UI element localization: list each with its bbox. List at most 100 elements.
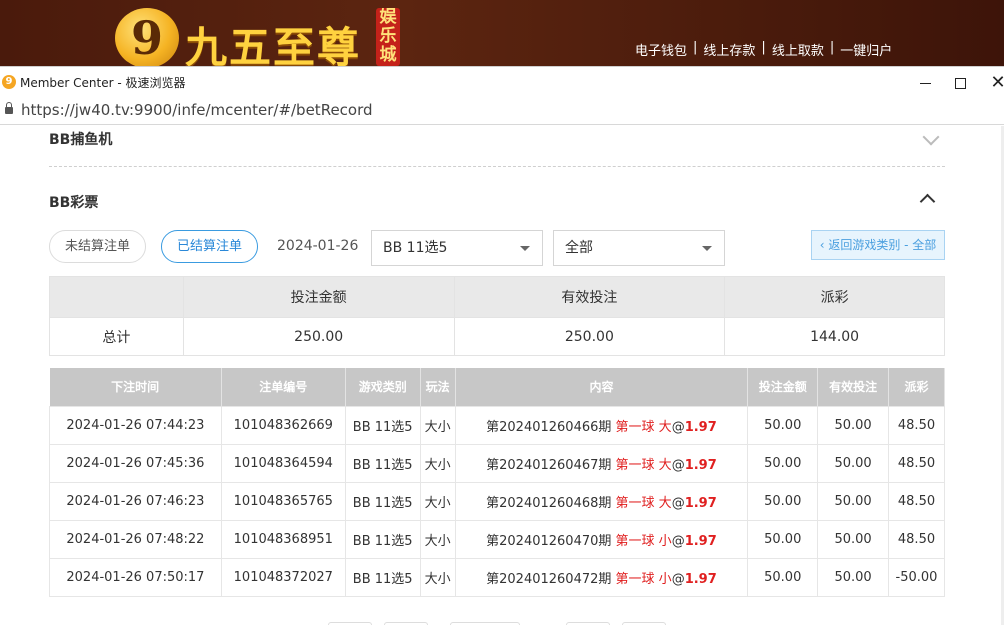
minimize-button[interactable]	[905, 70, 945, 96]
order-id-cell: 101048365765	[220, 481, 346, 521]
game-select-value: BB 11选5	[383, 240, 448, 256]
order-id-cell: 101048368951	[220, 519, 346, 559]
odds-prefix: @	[671, 495, 685, 511]
period-text: 第202401260468期	[486, 495, 612, 511]
table-row: 2024-01-26 07:44:23 101048362669 BB 11选5 大小…	[49, 405, 945, 445]
bet-time-cell: 2024-01-26 07:46:23	[49, 481, 222, 521]
pick-text: 第一球 小	[615, 571, 672, 587]
caret-down-icon	[702, 246, 712, 251]
link-deposit[interactable]: 线上存款	[703, 40, 755, 59]
caret-down-icon	[520, 246, 530, 251]
logo-badge-icon[interactable]: 9	[115, 8, 179, 68]
pick-text: 第一球 大	[615, 457, 672, 473]
game-type-cell: BB 11选5	[344, 481, 421, 521]
summary-header-valid: 有效投注	[453, 276, 726, 318]
address-bar[interactable]: https://jw40.tv:9900/infe/mcenter/#/betR…	[0, 97, 1004, 125]
odds-text: 1.97	[684, 533, 717, 549]
link-separator: |	[693, 40, 698, 55]
link-one-click-transfer[interactable]: 一键归户	[840, 40, 892, 59]
bet-amount-cell: 50.00	[747, 481, 819, 521]
scope-select-value: 全部	[565, 240, 593, 256]
link-e-wallet[interactable]: 电子钱包	[635, 40, 687, 59]
table-row: 2024-01-26 07:48:22 101048368951 BB 11选5 大小…	[49, 519, 945, 559]
table-header-row: 下注时间 注单编号 游戏类别 玩法 内容 投注金额 有效投注 派彩	[49, 368, 945, 406]
summary-header-empty	[49, 276, 184, 318]
url-text[interactable]: https://jw40.tv:9900/infe/mcenter/#/betR…	[21, 101, 373, 119]
section-fish-header[interactable]: BB捕鱼机	[49, 128, 945, 167]
site-header: 9 九五至尊 娱乐城 电子钱包 | 线上存款 | 线上取款 | 一键归户	[0, 0, 1004, 72]
site-brand-sub: 娱乐城	[376, 8, 400, 66]
summary-total-payout: 144.00	[724, 317, 945, 356]
back-to-categories-button[interactable]: ‹ 返回游戏类别 - 全部	[811, 230, 945, 260]
chevron-up-icon[interactable]	[919, 193, 936, 210]
table-row: 2024-01-26 07:50:17 101048372027 BB 11选5 大小…	[49, 557, 945, 597]
bet-time-cell: 2024-01-26 07:45:36	[49, 443, 222, 483]
game-type-cell: BB 11选5	[344, 443, 421, 483]
section-lottery-title: BB彩票	[49, 195, 99, 211]
game-type-cell: BB 11选5	[344, 519, 421, 559]
payout-cell: 48.50	[888, 405, 945, 445]
game-type-cell: BB 11选5	[344, 557, 421, 597]
browser-app-icon: 9	[2, 75, 16, 89]
odds-text: 1.97	[684, 419, 717, 435]
content-cell: 第202401260467期 第一球 大@1.97	[454, 443, 749, 483]
col-payout: 派彩	[888, 368, 945, 406]
col-content: 内容	[455, 368, 749, 406]
order-id-cell: 101048364594	[220, 443, 346, 483]
tab-unsettled[interactable]: 未结算注单	[49, 230, 146, 263]
section-lottery-header[interactable]: BB彩票	[49, 192, 945, 212]
order-id-cell: 101048362669	[220, 405, 346, 445]
section-fish-title: BB捕鱼机	[49, 132, 113, 148]
col-order-id: 注单编号	[221, 368, 346, 406]
close-button[interactable]: ✕	[978, 70, 1004, 96]
date-display[interactable]: 2024-01-26	[277, 238, 358, 254]
summary-table: 投注金额 有效投注 派彩 总计 250.00 250.00 144.00	[49, 276, 945, 356]
odds-text: 1.97	[684, 495, 717, 511]
summary-header-payout: 派彩	[724, 276, 945, 318]
maximize-button[interactable]	[940, 70, 980, 96]
content-cell: 第202401260470期 第一球 小@1.97	[454, 519, 749, 559]
filter-row: 未结算注单 已结算注单 2024-01-26 BB 11选5 全部 ‹ 返回游戏…	[49, 230, 945, 266]
link-separator: |	[761, 40, 766, 55]
window-title: Member Center - 极速浏览器	[20, 76, 186, 90]
odds-prefix: @	[671, 419, 685, 435]
period-text: 第202401260472期	[486, 571, 612, 587]
content-cell: 第202401260466期 第一球 大@1.97	[454, 405, 749, 445]
summary-total-valid: 250.00	[453, 317, 726, 356]
window-title-bar: 9 Member Center - 极速浏览器 ✕	[0, 66, 1004, 97]
odds-prefix: @	[671, 571, 685, 587]
lock-icon	[5, 102, 13, 115]
bet-amount-cell: 50.00	[747, 443, 819, 483]
link-withdraw[interactable]: 线上取款	[772, 40, 824, 59]
col-bet-amount: 投注金额	[747, 368, 819, 406]
play-type-cell: 大小	[419, 443, 456, 483]
bet-time-cell: 2024-01-26 07:48:22	[49, 519, 222, 559]
summary-header-bet: 投注金额	[182, 276, 455, 318]
chevron-down-icon[interactable]	[922, 128, 940, 146]
game-select[interactable]: BB 11选5	[371, 230, 543, 266]
content-cell: 第202401260468期 第一球 大@1.97	[454, 481, 749, 521]
play-type-cell: 大小	[419, 519, 456, 559]
play-type-cell: 大小	[419, 557, 456, 597]
odds-text: 1.97	[684, 457, 717, 473]
scope-select[interactable]: 全部	[553, 230, 725, 266]
valid-bet-cell: 50.00	[817, 519, 889, 559]
table-row: 2024-01-26 07:45:36 101048364594 BB 11选5 大小…	[49, 443, 945, 483]
col-play-type: 玩法	[420, 368, 456, 406]
valid-bet-cell: 50.00	[817, 405, 889, 445]
odds-text: 1.97	[684, 571, 717, 587]
bet-time-cell: 2024-01-26 07:44:23	[49, 405, 222, 445]
content-cell: 第202401260472期 第一球 小@1.97	[454, 557, 749, 597]
bet-amount-cell: 50.00	[747, 557, 819, 597]
payout-cell: 48.50	[888, 443, 945, 483]
summary-total-label: 总计	[49, 317, 184, 356]
bet-amount-cell: 50.00	[747, 405, 819, 445]
col-valid-bet: 有效投注	[817, 368, 889, 406]
period-text: 第202401260466期	[486, 419, 612, 435]
payout-cell: 48.50	[888, 481, 945, 521]
bet-amount-cell: 50.00	[747, 519, 819, 559]
link-separator: |	[829, 40, 835, 55]
summary-total-bet: 250.00	[182, 317, 455, 356]
header-links: 电子钱包 | 线上存款 | 线上取款 | 一键归户	[635, 40, 892, 59]
tab-settled[interactable]: 已结算注单	[161, 230, 258, 263]
